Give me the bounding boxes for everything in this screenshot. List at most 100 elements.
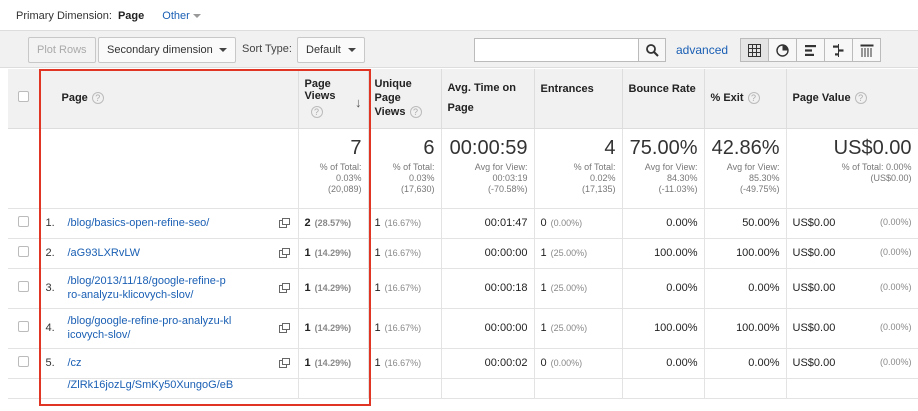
exit-cell: 100.00%: [704, 238, 787, 269]
view-switcher: [740, 38, 881, 62]
row-checkbox[interactable]: [17, 321, 29, 332]
page-value-cell: US$0.00 (0.00%): [786, 238, 918, 269]
column-header-page-value[interactable]: Page Value?: [786, 69, 918, 129]
pageviews-cell: 2 (28.57%): [298, 208, 369, 239]
page-link[interactable]: /blog/basics-open-refine-seo/: [68, 216, 210, 230]
entrances-cell: 0 (0.00%): [534, 208, 623, 239]
table-row: 2./aG93LXRvLW 1 (14.29%) 1 (16.67%) 00:00:…: [8, 238, 918, 269]
help-icon[interactable]: ?: [310, 106, 323, 119]
page-link[interactable]: /blog/2013/11/18/google-refine-p ro-analy…: [68, 274, 226, 302]
advanced-filter-link[interactable]: advanced: [676, 43, 728, 57]
summary-blank: [39, 128, 299, 209]
summary-blank: [8, 128, 40, 209]
exit-cell: 100.00%: [704, 308, 787, 349]
row-checkbox[interactable]: [17, 246, 29, 257]
summary-avg-time: 00:00:59 Avg for View: 00:03:19 (-70.58%): [441, 128, 535, 209]
page-cell: 4./blog/google-refine-pro-analyzu-kl icov…: [39, 308, 299, 349]
explorer-data-table: Page? Page Views? ↓ Unique Page Views? Av…: [8, 69, 918, 399]
page-link[interactable]: /ZlRk16jozLg/SmKy50XungoG/eB: [46, 379, 234, 391]
chevron-down-icon: [192, 14, 201, 19]
exit-cell: 0.00%: [704, 348, 787, 379]
page-value-cell: US$0.00 (0.00%): [786, 208, 918, 239]
page-cell: 3./blog/2013/11/18/google-refine-p ro-ana…: [39, 268, 299, 309]
entrances-cell: 1 (25.00%): [534, 238, 623, 269]
page-link[interactable]: /blog/google-refine-pro-analyzu-kl icovyc…: [68, 314, 232, 342]
column-header-entrances[interactable]: Entrances: [534, 69, 623, 129]
primary-dimension-page[interactable]: Page: [118, 10, 144, 22]
pivot-table-icon: [860, 44, 873, 57]
table-row: /ZlRk16jozLg/SmKy50XungoG/eB: [8, 378, 918, 399]
select-all-checkbox[interactable]: [17, 91, 29, 103]
primary-dimension-bar: Primary Dimension: Page Other: [16, 8, 201, 24]
summary-pageviews: 7% of Total: 0.03% (20,089): [298, 128, 369, 209]
view-pie-button[interactable]: [768, 38, 797, 62]
popout-icon[interactable]: [278, 218, 290, 228]
view-table-button[interactable]: [740, 38, 769, 62]
unique-pageviews-cell: 1 (16.67%): [368, 268, 442, 309]
view-pivot-button[interactable]: [852, 38, 881, 62]
avg-time-cell: 00:00:00: [441, 238, 535, 269]
exit-cell: 0.00%: [704, 268, 787, 309]
plot-rows-button[interactable]: Plot Rows: [28, 37, 96, 63]
summary-exit: 42.86% Avg for View: 85.30% (-49.75%): [704, 128, 787, 209]
unique-pageviews-cell: 1 (16.67%): [368, 308, 442, 349]
avg-time-cell: 00:00:18: [441, 268, 535, 309]
sort-descending-icon: ↓: [355, 95, 362, 110]
bounce-rate-cell: 0.00%: [622, 348, 705, 379]
view-comparison-button[interactable]: [824, 38, 853, 62]
pageviews-cell: 1 (14.29%): [298, 238, 369, 269]
column-header-pageviews[interactable]: Page Views? ↓: [298, 69, 369, 129]
chevron-down-icon: [219, 48, 227, 52]
table-search-input[interactable]: [474, 38, 639, 62]
avg-time-cell: 00:00:02: [441, 348, 535, 379]
page-value-cell: US$0.00 (0.00%): [786, 308, 918, 349]
search-icon: [645, 43, 659, 57]
column-header-unique-pageviews[interactable]: Unique Page Views?: [368, 69, 442, 129]
row-checkbox[interactable]: [17, 281, 29, 292]
unique-pageviews-cell: 1 (16.67%): [368, 208, 442, 239]
table-row: 4./blog/google-refine-pro-analyzu-kl icov…: [8, 308, 918, 349]
avg-time-cell: 00:00:00: [441, 308, 535, 349]
summary-row: 7% of Total: 0.03% (20,089) 6% of Total: 0.…: [8, 128, 918, 209]
search-button[interactable]: [638, 38, 666, 62]
secondary-dimension-dropdown[interactable]: Secondary dimension: [98, 37, 236, 63]
page-link[interactable]: /aG93LXRvLW: [68, 246, 141, 260]
pageviews-cell: 1 (14.29%): [298, 268, 369, 309]
entrances-cell: 1 (25.00%): [534, 308, 623, 349]
comparison-icon: [833, 43, 844, 57]
help-icon[interactable]: ?: [91, 92, 104, 105]
bounce-rate-cell: 0.00%: [622, 208, 705, 239]
page-cell: 2./aG93LXRvLW: [39, 238, 299, 269]
column-header-avg-time[interactable]: Avg. Time on Page: [441, 69, 535, 129]
primary-dimension-label: Primary Dimension:: [16, 10, 112, 22]
help-icon[interactable]: ?: [409, 106, 422, 119]
view-performance-button[interactable]: [796, 38, 825, 62]
column-header-page[interactable]: Page?: [39, 69, 299, 129]
column-header-exit[interactable]: % Exit?: [704, 69, 787, 129]
table-row: 5./cz 1 (14.29%) 1 (16.67%) 00:00:02 0 (0.0…: [8, 348, 918, 379]
row-checkbox[interactable]: [17, 216, 29, 227]
help-icon[interactable]: ?: [854, 92, 867, 105]
unique-pageviews-cell: 1 (16.67%): [368, 348, 442, 379]
popout-icon[interactable]: [278, 358, 290, 368]
popout-icon[interactable]: [278, 323, 290, 333]
summary-bounce-rate: 75.00% Avg for View: 84.30% (-11.03%): [622, 128, 705, 209]
entrances-cell: 0 (0.00%): [534, 348, 623, 379]
column-header-bounce-rate[interactable]: Bounce Rate: [622, 69, 705, 129]
popout-icon[interactable]: [278, 283, 290, 293]
table-row: 3./blog/2013/11/18/google-refine-p ro-ana…: [8, 268, 918, 309]
popout-icon[interactable]: [278, 248, 290, 258]
summary-unique-pageviews: 6% of Total: 0.03% (17,630): [368, 128, 442, 209]
unique-pageviews-cell: 1 (16.67%): [368, 238, 442, 269]
table-view-icon: [748, 43, 761, 57]
chevron-down-icon: [348, 48, 356, 52]
help-icon[interactable]: ?: [747, 92, 760, 105]
bar-chart-icon: [805, 44, 816, 56]
page-cell: 5./cz: [39, 348, 299, 379]
page-value-cell: US$0.00 (0.00%): [786, 268, 918, 309]
pie-chart-icon: [776, 43, 789, 57]
page-link[interactable]: /cz: [68, 356, 82, 370]
sort-type-dropdown[interactable]: Default: [297, 37, 365, 63]
row-checkbox[interactable]: [17, 356, 29, 367]
primary-dimension-other[interactable]: Other: [162, 10, 201, 22]
